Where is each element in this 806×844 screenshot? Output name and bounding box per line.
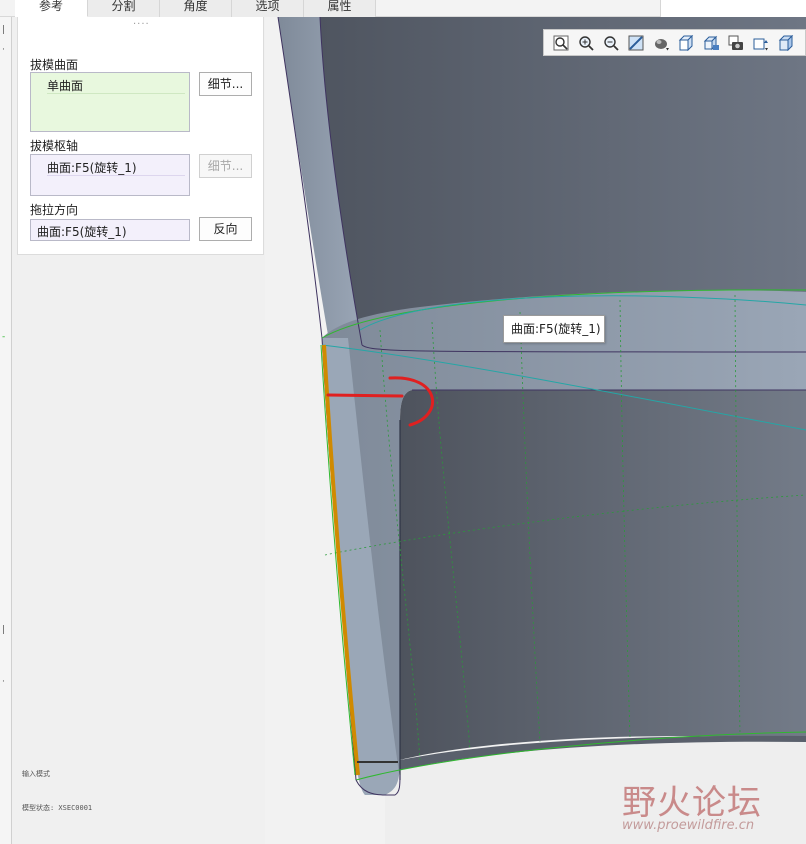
watermark-url: www.proewildfire.cn <box>622 818 755 833</box>
graphics-viewport[interactable] <box>265 17 806 844</box>
draft-hinges-details-button[interactable]: 细节... <box>199 154 252 178</box>
pull-direction-collector[interactable]: 曲面:F5(旋转_1) <box>30 219 190 241</box>
strip-marker: · <box>2 45 5 55</box>
collector-divider <box>47 175 185 176</box>
tab-bar-right-area <box>660 0 806 17</box>
references-panel: ···· 拔模曲面 单曲面 细节... 拔模枢轴 曲面:F5(旋转_1) 细节.… <box>17 17 264 255</box>
model-tree-collapsed-strip[interactable]: | · - | · <box>0 17 12 844</box>
draft-surfaces-label: 拔模曲面 <box>30 58 79 72</box>
repaint-icon[interactable] <box>623 32 648 54</box>
draft-hinges-label: 拔模枢轴 <box>30 139 79 153</box>
draft-hinges-value: 曲面:F5(旋转_1) <box>47 161 137 175</box>
strip-marker: | <box>2 25 6 35</box>
forum-watermark: 野火论坛 www.proewildfire.cn <box>620 775 806 844</box>
draft-hinges-collector[interactable]: 曲面:F5(旋转_1) <box>30 154 190 196</box>
saved-orientations-icon[interactable] <box>698 32 723 54</box>
draft-surfaces-value: 单曲面 <box>47 79 84 93</box>
draft-surfaces-details-button[interactable]: 细节... <box>199 72 252 96</box>
tab-properties[interactable]: 属性 <box>304 0 376 17</box>
flip-direction-button[interactable]: 反向 <box>199 217 252 241</box>
status-model-state-text: 模型状态: XSEC0001 <box>22 804 93 812</box>
strip-marker: - <box>2 332 6 342</box>
surface-tooltip: 曲面:F5(旋转_1) <box>503 315 605 343</box>
watermark-title: 野火论坛 <box>622 783 762 823</box>
display-style-icon[interactable] <box>648 32 673 54</box>
zoom-out-icon[interactable] <box>598 32 623 54</box>
strip-marker: · <box>2 677 5 687</box>
view-manager-icon[interactable] <box>723 32 748 54</box>
tab-options[interactable]: 选项 <box>232 0 304 17</box>
model-geometry <box>277 17 806 844</box>
feature-tab-bar: 参考 分割 角度 选项 属性 <box>0 0 806 17</box>
pull-direction-label: 拖拉方向 <box>30 203 79 217</box>
tab-angles[interactable]: 角度 <box>160 0 232 17</box>
status-mode-text: 输入模式 <box>22 770 50 778</box>
collector-divider <box>47 93 185 94</box>
pull-direction-value: 曲面:F5(旋转_1) <box>37 225 127 239</box>
view-toolbar <box>543 29 806 56</box>
panel-drag-grip[interactable]: ···· <box>133 19 150 30</box>
lower-inner-surface <box>400 390 806 760</box>
strip-marker: | <box>2 625 6 635</box>
zoom-in-icon[interactable] <box>573 32 598 54</box>
tab-split[interactable]: 分割 <box>88 0 160 17</box>
spin-center-icon[interactable] <box>748 32 773 54</box>
datum-display-icon[interactable] <box>773 32 798 54</box>
draft-surfaces-collector[interactable]: 单曲面 <box>30 72 190 132</box>
named-views-icon[interactable] <box>673 32 698 54</box>
sketch-line <box>326 393 404 398</box>
tab-references[interactable]: 参考 <box>15 0 88 17</box>
zoom-to-fit-icon[interactable] <box>548 32 573 54</box>
